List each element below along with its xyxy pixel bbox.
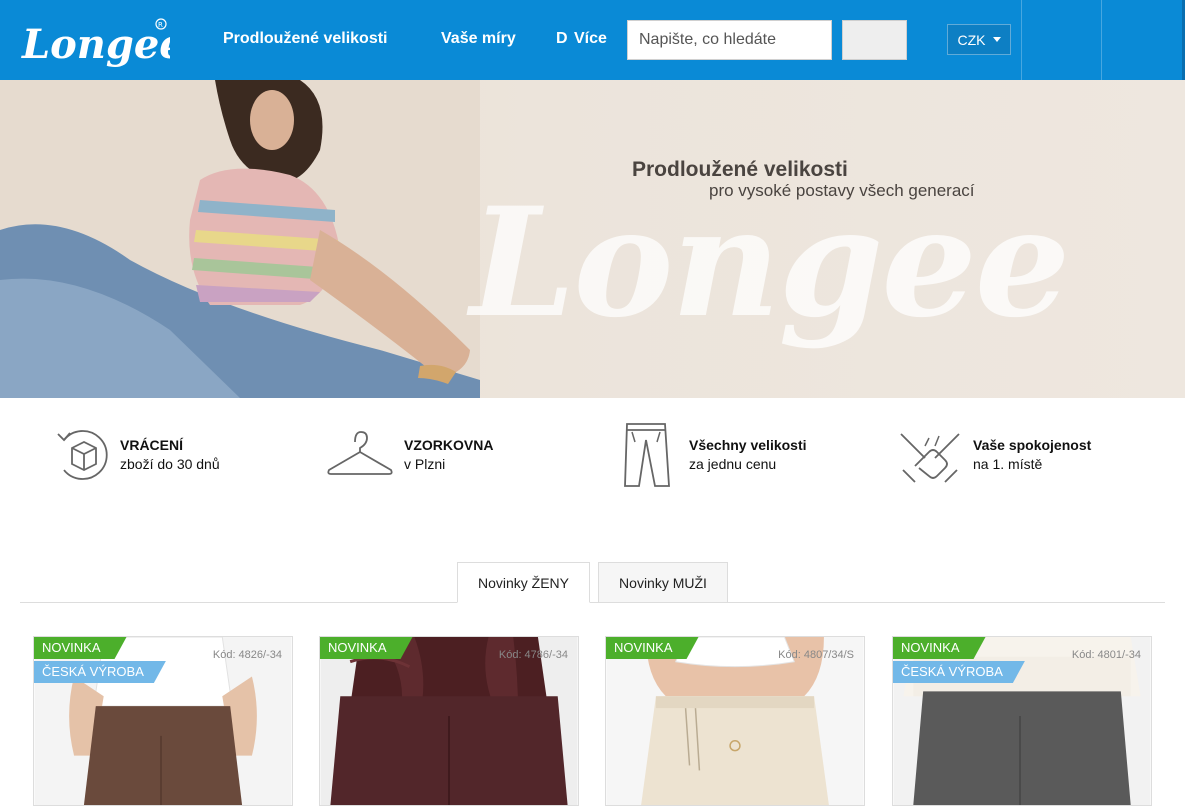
nav-your-measurements-label: Vaše míry [441, 30, 516, 47]
hero-watermark: Longee [470, 175, 1070, 351]
currency-select[interactable]: CZK [947, 24, 1011, 55]
hanger-icon [327, 431, 393, 475]
product-card[interactable]: NOVINKA Kód: 4807/34/S [605, 636, 865, 806]
logo-image: Longee R [21, 18, 185, 68]
benefit-all-sizes-title: Všechny velikosti [689, 437, 807, 453]
nav-extended-sizes[interactable]: Prodloužené velikosti [223, 30, 395, 48]
product-code: Kód: 4807/34/S [778, 649, 854, 661]
tab-new-men[interactable]: Novinky MUŽI [598, 562, 728, 603]
badge-new: NOVINKA [320, 637, 413, 659]
nav-more[interactable]: Více [574, 30, 615, 48]
badge-czech-made: ČESKÁ VÝROBA [34, 661, 166, 683]
tab-new-men-label: Novinky MUŽI [619, 574, 707, 591]
return-box-icon [57, 430, 108, 480]
benefit-showroom-title: VZORKOVNA [404, 437, 494, 453]
benefit-satisfaction-subtitle: na 1. místě [973, 456, 1043, 472]
benefit-all-sizes-subtitle: za jednu cenu [689, 456, 777, 472]
product-code: Kód: 4801/-34 [1071, 649, 1141, 661]
benefit-returns-subtitle: zboží do 30 dnů [120, 456, 220, 472]
nav-item-truncated-label: D [556, 30, 568, 47]
badge-new: NOVINKA [34, 637, 127, 659]
product-code: Kód: 4826/-34 [212, 649, 282, 661]
badge-new: NOVINKA [893, 637, 986, 659]
badge-czech-made: ČESKÁ VÝROBA [893, 661, 1025, 683]
user-account-button[interactable] [1021, 0, 1101, 80]
product-code: Kód: 4786/-34 [498, 649, 568, 661]
trousers-icon [624, 423, 670, 487]
nav-extended-sizes-label: Prodloužené velikosti [223, 30, 388, 47]
tab-new-women[interactable]: Novinky ŽENY [457, 562, 590, 603]
hero-title: Prodloužené velikosti [632, 158, 848, 181]
product-image [606, 637, 864, 805]
hero-subtitle: pro vysoké postavy všech generací [709, 181, 975, 200]
svg-text:Longee: Longee [21, 21, 170, 68]
currency-value: CZK [957, 31, 986, 48]
site-header: Longee R Prodloužené velikosti Vaše míry… [0, 0, 1185, 80]
tab-new-women-label: Novinky ŽENY [477, 574, 570, 591]
header-edge [1182, 0, 1185, 80]
nav-item-truncated[interactable]: D [556, 30, 574, 48]
product-card[interactable]: NOVINKA Kód: 4786/-34 [319, 636, 579, 806]
longee-logo[interactable]: Longee R [20, 14, 185, 68]
nav-more-label: Více [574, 30, 607, 47]
product-image [320, 637, 578, 805]
handshake-icon [900, 433, 960, 483]
benefit-showroom-subtitle: v Plzni [404, 456, 446, 472]
search-button[interactable] [842, 20, 907, 60]
benefit-returns-title: VRÁCENÍ [120, 437, 184, 453]
caret-down-icon [992, 37, 1001, 42]
product-card[interactable]: NOVINKA ČESKÁ VÝROBA Kód: 4801/-34 [892, 636, 1152, 806]
hero-banner[interactable]: Longee Prodloužené velikosti pro vysoké … [0, 80, 1185, 398]
badge-new: NOVINKA [606, 637, 699, 659]
svg-text:R: R [158, 21, 163, 29]
nav-your-measurements[interactable]: Vaše míry [441, 30, 516, 48]
cart-button[interactable] [1101, 0, 1181, 80]
search-input[interactable] [627, 20, 832, 60]
product-card[interactable]: NOVINKA ČESKÁ VÝROBA Kód: 4826/-34 [33, 636, 293, 806]
hero-model-image [0, 80, 480, 398]
benefit-satisfaction-title: Vaše spokojenost [973, 437, 1092, 453]
tabs-divider [20, 602, 1165, 603]
